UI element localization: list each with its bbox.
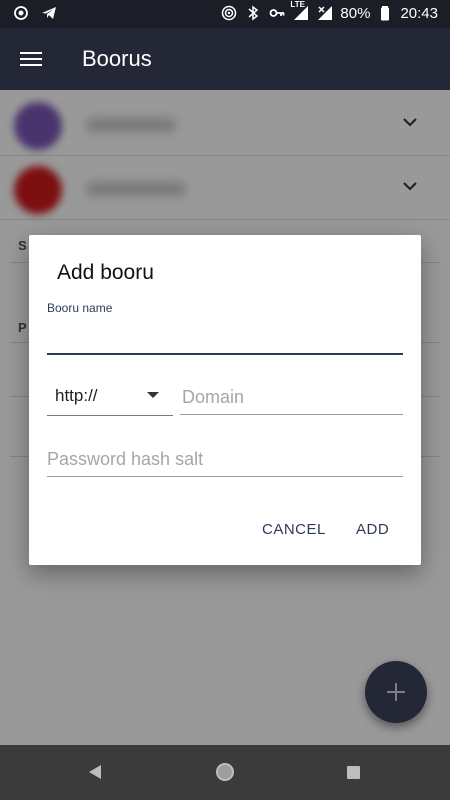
dialog-title: Add booru: [57, 261, 154, 284]
add-button[interactable]: ADD: [356, 521, 389, 538]
hamburger-menu-icon[interactable]: [20, 48, 44, 70]
booru-name-input[interactable]: [47, 319, 403, 355]
battery-icon: [376, 4, 394, 22]
protocol-select[interactable]: http://: [47, 378, 173, 416]
signal-lte-icon: LTE: [290, 0, 310, 22]
add-booru-dialog: Add booru Booru name http:// CANCEL ADD: [29, 235, 421, 565]
clock: 20:43: [400, 4, 438, 22]
bluetooth-icon: [244, 4, 262, 22]
system-nav-bar: [0, 745, 450, 800]
add-booru-fab[interactable]: [365, 661, 427, 723]
password-hash-salt-input[interactable]: [47, 443, 403, 477]
dropdown-arrow-icon: [147, 392, 159, 398]
app-bar: Boorus: [0, 28, 450, 90]
home-icon[interactable]: [216, 763, 234, 781]
network-type-label: LTE: [290, 0, 305, 9]
recent-apps-icon[interactable]: [347, 766, 360, 779]
signal-no-sim-icon: [316, 4, 334, 22]
hotspot-icon: [220, 4, 238, 22]
telegram-icon: [40, 4, 58, 22]
record-icon: [12, 4, 30, 22]
protocol-value: http://: [55, 386, 98, 405]
domain-input[interactable]: [180, 381, 403, 415]
back-icon[interactable]: [89, 765, 101, 779]
vpn-key-icon: [268, 4, 286, 22]
page-title: Boorus: [82, 46, 152, 71]
booru-name-label: Booru name: [47, 301, 113, 315]
battery-percentage: 80%: [340, 4, 371, 22]
cancel-button[interactable]: CANCEL: [262, 521, 326, 538]
status-bar: LTE 80% 20:43: [0, 0, 450, 28]
